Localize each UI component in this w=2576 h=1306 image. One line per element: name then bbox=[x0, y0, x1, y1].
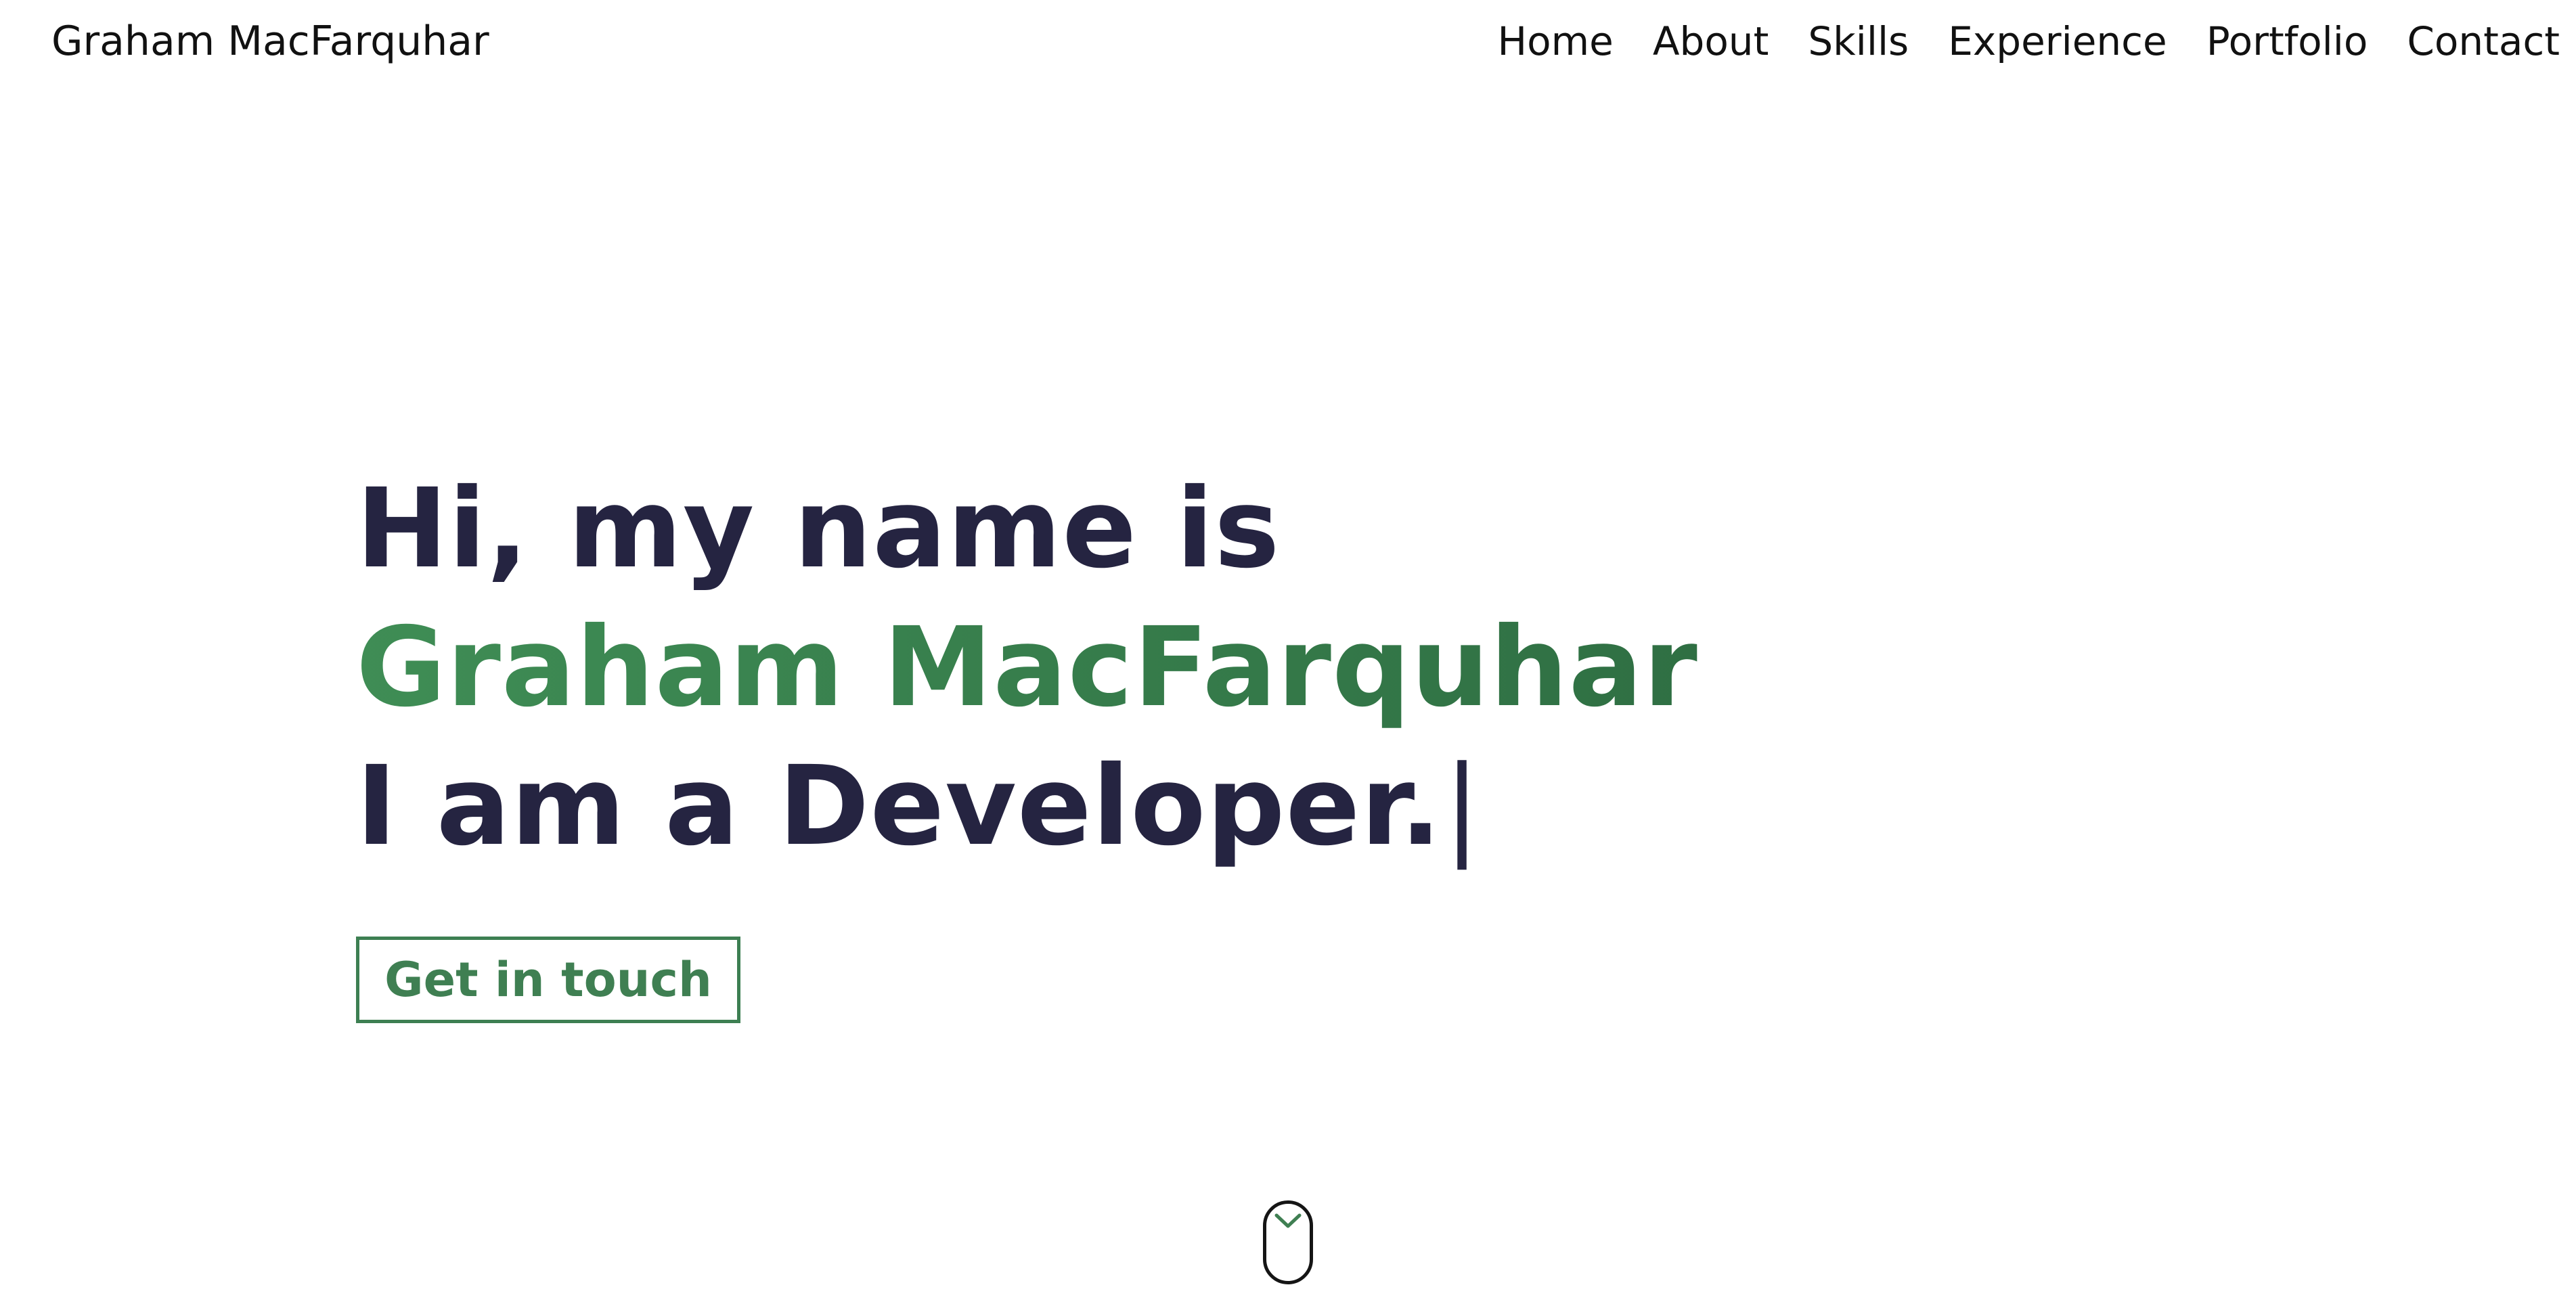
typing-cursor: | bbox=[1443, 743, 1482, 870]
top-navbar: Graham MacFarquhar Home About Skills Exp… bbox=[0, 0, 2576, 83]
nav-skills[interactable]: Skills bbox=[1808, 15, 1909, 68]
hero-role-text: I am a Developer. bbox=[356, 743, 1442, 870]
hero-greeting: Hi, my name is bbox=[356, 466, 1281, 593]
nav-about[interactable]: About bbox=[1653, 15, 1769, 68]
get-in-touch-button[interactable]: Get in touch bbox=[356, 937, 740, 1023]
hero-section: Hi, my name is Graham MacFarquhar I am a… bbox=[356, 460, 1698, 876]
primary-nav: Home About Skills Experience Portfolio C… bbox=[1498, 15, 2560, 68]
nav-experience[interactable]: Experience bbox=[1948, 15, 2167, 68]
nav-portfolio[interactable]: Portfolio bbox=[2206, 15, 2368, 68]
nav-contact[interactable]: Contact bbox=[2407, 15, 2560, 68]
scroll-down-indicator[interactable] bbox=[1263, 1200, 1313, 1284]
hero-name: Graham MacFarquhar bbox=[356, 599, 1698, 738]
brand-link[interactable]: Graham MacFarquhar bbox=[51, 15, 489, 68]
chevron-down-icon bbox=[1274, 1213, 1302, 1228]
hero-role-line: I am a Developer.| bbox=[356, 738, 1698, 876]
nav-home[interactable]: Home bbox=[1498, 15, 1614, 68]
